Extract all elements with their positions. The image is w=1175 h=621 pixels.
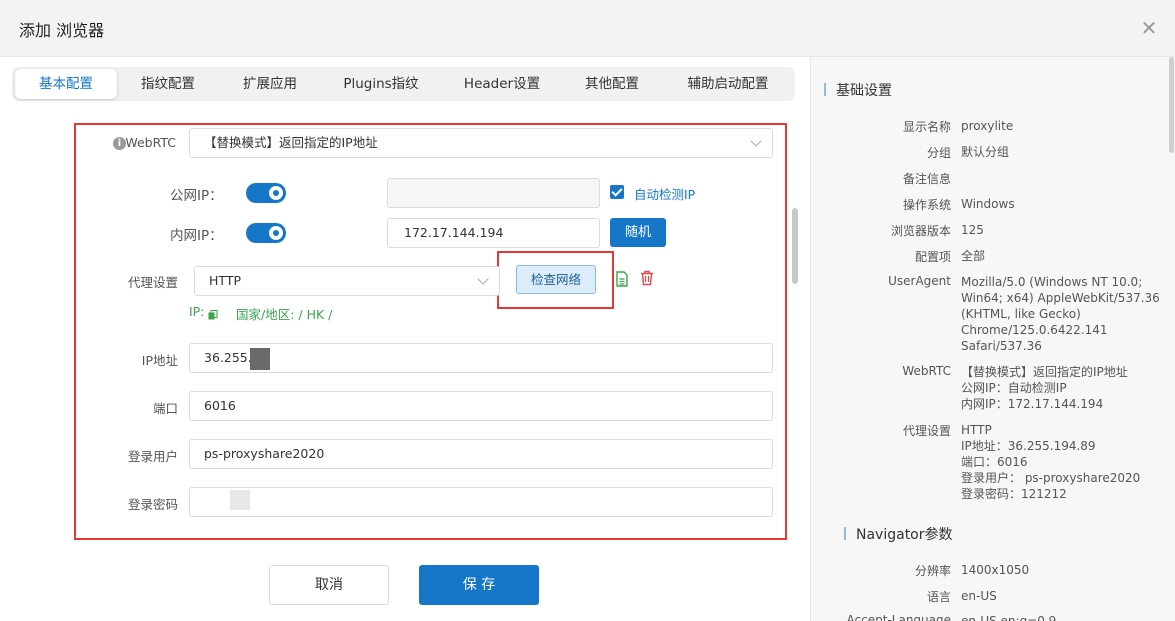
webrtc-line: 内网IP：172.17.144.194: [961, 397, 1104, 411]
summary-value-display-name: proxylite: [961, 119, 1014, 133]
check-network-button[interactable]: 检查网络: [516, 265, 596, 294]
auto-detect-ip-label[interactable]: 自动检测IP: [634, 184, 695, 203]
summary-value-config-items: 全部: [961, 249, 986, 263]
port-input[interactable]: 6016: [189, 391, 773, 421]
tab-launch-assist-config[interactable]: 辅助启动配置: [672, 69, 784, 99]
dialog-titlebar: 添加 浏览器 ✕: [0, 0, 1175, 57]
internal-ip-input[interactable]: 172.17.144.194: [387, 218, 600, 248]
proxy-line: 登录密码：121212: [961, 487, 1067, 501]
summary-value-browser-version: 125: [961, 223, 984, 237]
summary-key-group: 分组: [926, 146, 951, 160]
public-ip-label: 公网IP：: [170, 188, 223, 204]
summary-scrollbar[interactable]: [1169, 57, 1174, 153]
dialog-title: 添加 浏览器: [19, 21, 105, 40]
public-ip-toggle[interactable]: [246, 183, 286, 203]
login-password-label: 登录密码: [127, 497, 178, 512]
tab-other-config[interactable]: 其他配置: [562, 69, 662, 99]
navigator-params-title: Navigator参数: [844, 524, 953, 544]
login-user-label: 登录用户: [127, 449, 178, 464]
ua-line: Safari/537.36: [961, 339, 1042, 353]
summary-key-os: 操作系统: [902, 198, 951, 212]
summary-key-useragent: UserAgent: [888, 274, 951, 288]
proxy-type-value: HTTP: [209, 273, 241, 288]
redaction-mask: [230, 490, 250, 510]
proxy-ip-label: IP:: [189, 304, 205, 319]
webrtc-line: 公网IP：自动检测IP: [961, 381, 1067, 395]
config-tabs: 基本配置 指纹配置 扩展应用 Plugins指纹 Header设置 其他配置 辅…: [12, 67, 795, 101]
summary-value-useragent: Mozilla/5.0 (Windows NT 10.0; Win64; x64…: [961, 274, 1161, 354]
summary-key-notes: 备注信息: [902, 172, 951, 186]
tab-basic-config[interactable]: 基本配置: [15, 69, 117, 99]
chevron-down-icon: [477, 273, 489, 285]
chevron-down-icon: [750, 135, 762, 147]
summary-key-resolution: 分辨率: [914, 564, 951, 578]
summary-key-proxy: 代理设置: [902, 424, 951, 438]
tab-plugins-fingerprint[interactable]: Plugins指纹: [326, 69, 436, 99]
ua-line: Chrome/125.0.6422.141: [961, 323, 1108, 337]
internal-ip-label: 内网IP：: [170, 228, 223, 244]
tab-header-settings[interactable]: Header设置: [447, 69, 557, 99]
tab-extensions[interactable]: 扩展应用: [220, 69, 320, 99]
public-ip-input[interactable]: [387, 178, 600, 208]
delete-icon[interactable]: [640, 270, 654, 290]
summary-value-language: en-US: [961, 589, 997, 603]
ip-address-label: IP地址: [141, 353, 178, 368]
save-button[interactable]: 保 存: [419, 565, 539, 605]
summary-value-group: 默认分组: [961, 145, 1010, 159]
proxy-line: 端口：6016: [961, 455, 1028, 469]
proxy-region-label: 国家/地区: / HK /: [236, 307, 333, 322]
summary-key-display-name: 显示名称: [902, 120, 951, 134]
webrtc-select-value: 【替换模式】返回指定的IP地址: [204, 135, 378, 150]
form-scrollbar[interactable]: [792, 208, 798, 284]
ua-line: Mozilla/5.0 (Windows NT 10.0;: [961, 275, 1143, 289]
port-label: 端口: [152, 401, 178, 416]
summary-panel: 基础设置 显示名称 proxylite 分组 默认分组 备注信息 操作系统 Wi…: [810, 57, 1175, 621]
summary-key-browser-version: 浏览器版本: [890, 224, 951, 238]
basic-settings-title: 基础设置: [824, 80, 892, 100]
summary-key-language: 语言: [926, 590, 951, 604]
internal-ip-toggle[interactable]: [246, 223, 286, 243]
summary-value-os: Windows: [961, 197, 1015, 211]
close-icon[interactable]: ✕: [1139, 18, 1159, 38]
tab-fingerprint-config[interactable]: 指纹配置: [118, 69, 218, 99]
proxy-line: 登录用户： ps-proxyshare2020: [961, 471, 1141, 485]
proxy-line: HTTP: [961, 423, 992, 437]
proxy-label: 代理设置: [127, 275, 178, 290]
webrtc-line: 【替换模式】返回指定的IP地址: [961, 365, 1128, 379]
cancel-button[interactable]: 取消: [269, 565, 389, 605]
proxy-line: IP地址：36.255.194.89: [961, 439, 1096, 453]
auto-detect-ip-checkbox[interactable]: [610, 185, 624, 199]
document-icon[interactable]: [615, 271, 629, 291]
copy-icon[interactable]: [208, 305, 218, 320]
ua-line: Win64; x64) AppleWebKit/537.36: [961, 291, 1160, 305]
summary-key-webrtc: WebRTC: [902, 364, 951, 378]
ua-line: (KHTML, like Gecko): [961, 307, 1081, 321]
login-user-input[interactable]: ps-proxyshare2020: [189, 439, 773, 469]
summary-value-accept-language: en-US,en;q=0.9: [961, 614, 1057, 621]
add-browser-dialog: 添加 浏览器 ✕ 基本配置 指纹配置 扩展应用 Plugins指纹 Header…: [0, 0, 1175, 621]
summary-key-accept-language: Accept-Language: [846, 613, 951, 621]
summary-value-webrtc: 【替换模式】返回指定的IP地址 公网IP：自动检测IP 内网IP：172.17.…: [961, 364, 1161, 412]
webrtc-label: WebRTC: [125, 135, 176, 150]
random-button[interactable]: 随机: [610, 218, 666, 247]
proxy-type-select[interactable]: HTTP: [194, 266, 500, 296]
summary-key-config-items: 配置项: [914, 250, 951, 264]
ip-address-input[interactable]: 36.255.1: [189, 343, 773, 373]
summary-value-resolution: 1400x1050: [961, 563, 1030, 577]
summary-value-proxy: HTTP IP地址：36.255.194.89 端口：6016 登录用户： ps…: [961, 422, 1161, 502]
webrtc-select[interactable]: 【替换模式】返回指定的IP地址: [189, 128, 773, 158]
redaction-mask: [250, 348, 270, 370]
login-password-input[interactable]: [189, 487, 773, 517]
